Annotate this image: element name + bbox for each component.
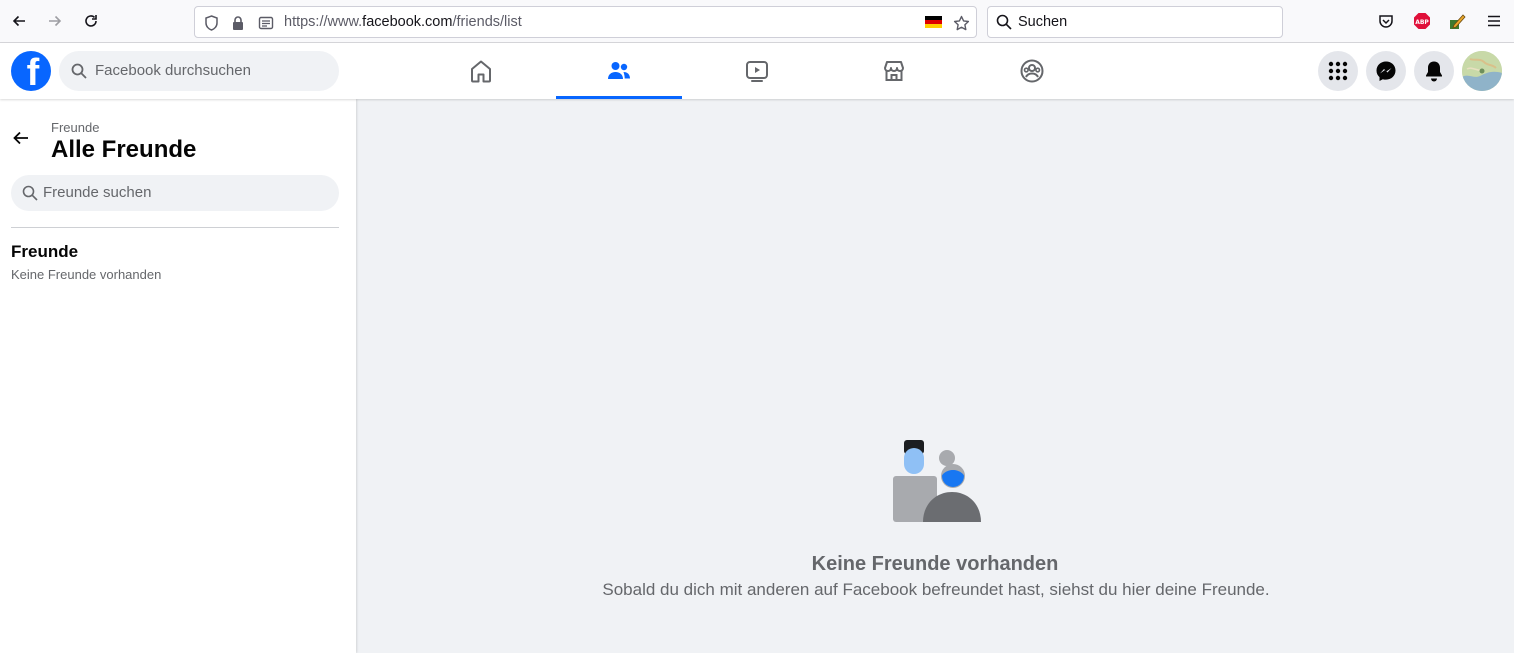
tab-marketplace[interactable]: [831, 43, 957, 99]
groups-icon: [1020, 59, 1044, 83]
friends-section-subtitle: Keine Freunde vorhanden: [11, 267, 162, 282]
search-icon: [996, 14, 1012, 30]
breadcrumb[interactable]: Freunde: [51, 120, 99, 135]
search-placeholder: Facebook durchsuchen: [95, 62, 251, 79]
address-bar[interactable]: https://www.facebook.com/friends/list: [194, 6, 977, 38]
grid-menu-icon: [1328, 61, 1348, 81]
shield-icon[interactable]: [202, 14, 220, 32]
menu-grid-button[interactable]: [1318, 51, 1358, 91]
back-arrow-icon[interactable]: [5, 7, 33, 35]
adblock-plus-icon[interactable]: ABP: [1412, 11, 1432, 31]
messenger-button[interactable]: [1366, 51, 1406, 91]
facebook-search-input[interactable]: Facebook durchsuchen: [59, 51, 339, 91]
empty-state-subtitle: Sobald du dich mit anderen auf Facebook …: [602, 580, 1270, 599]
tab-groups[interactable]: [969, 43, 1095, 99]
friends-section-title: Freunde: [11, 242, 79, 261]
bell-icon: [1426, 61, 1442, 82]
no-friends-illustration: [893, 440, 981, 522]
search-icon: [22, 185, 38, 201]
back-button[interactable]: [6, 123, 36, 153]
facebook-logo[interactable]: f: [11, 51, 51, 91]
main-content: Keine Freunde vorhanden Sobald du dich m…: [356, 99, 1514, 653]
svg-text:ABP: ABP: [1415, 19, 1429, 26]
avatar[interactable]: [1462, 51, 1502, 91]
notifications-button[interactable]: [1414, 51, 1454, 91]
marketplace-icon: [884, 61, 904, 81]
tab-home[interactable]: [418, 43, 544, 99]
facebook-header: f Facebook durchsuchen: [0, 43, 1514, 99]
bookmark-star-icon[interactable]: [952, 14, 970, 32]
search-icon: [71, 63, 87, 79]
divider: [11, 227, 339, 228]
pocket-icon[interactable]: [1376, 11, 1396, 31]
friend-search-placeholder: Freunde suchen: [43, 184, 152, 201]
browser-search-placeholder: Suchen: [1018, 14, 1068, 30]
friends-icon: [608, 62, 630, 79]
reader-view-icon[interactable]: [257, 14, 275, 32]
german-flag-icon[interactable]: [925, 16, 942, 28]
tab-friends[interactable]: [556, 43, 682, 99]
friends-sidebar: Freunde Alle Freunde Freunde suchen Freu…: [0, 99, 356, 653]
lock-icon[interactable]: [229, 14, 247, 32]
forward-arrow-icon[interactable]: [41, 7, 69, 35]
messenger-icon: [1376, 61, 1396, 81]
browser-toolbar: https://www.facebook.com/friends/list Su…: [0, 0, 1514, 43]
url-text[interactable]: https://www.facebook.com/friends/list: [284, 14, 522, 30]
back-arrow-icon: [13, 131, 28, 145]
video-icon: [746, 61, 768, 82]
reload-icon[interactable]: [77, 7, 105, 35]
friend-search-input[interactable]: Freunde suchen: [11, 175, 339, 211]
home-icon: [471, 60, 491, 83]
tab-video[interactable]: [694, 43, 820, 99]
hamburger-menu-icon[interactable]: [1484, 11, 1504, 31]
empty-state-title: Keine Freunde vorhanden: [811, 553, 1059, 575]
browser-search-bar[interactable]: Suchen: [987, 6, 1283, 38]
page-title: Alle Freunde: [51, 136, 197, 163]
extension-pencil-icon[interactable]: [1448, 11, 1468, 31]
